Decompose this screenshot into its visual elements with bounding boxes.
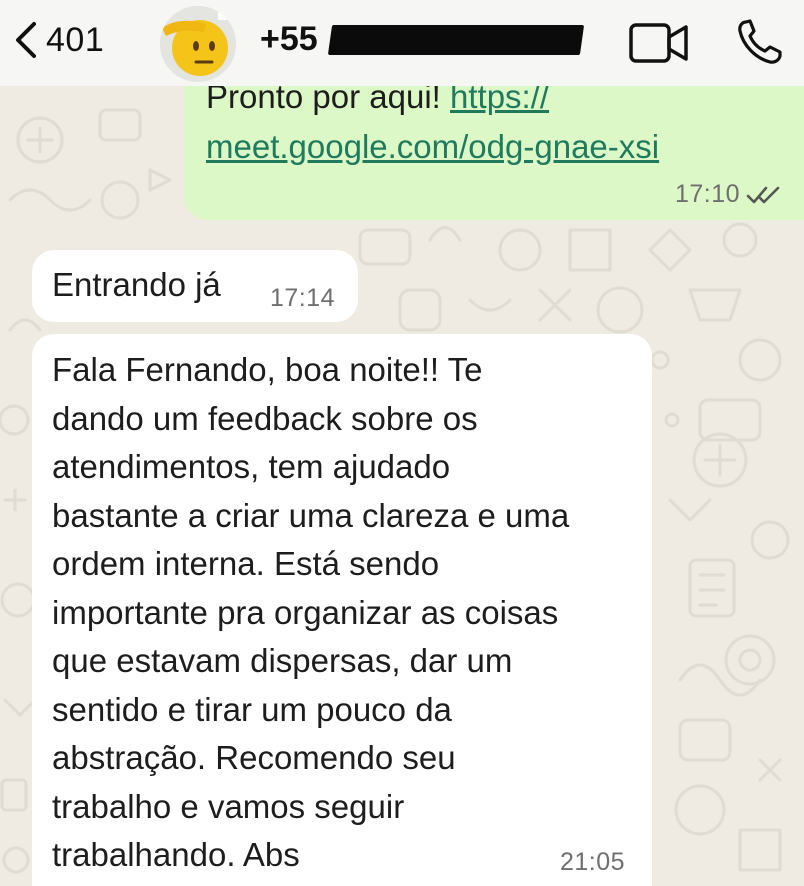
message-line: sentido e tirar um pouco da [52, 690, 452, 728]
message-line: abstração. Recomendo seu [52, 739, 456, 776]
message-line: Fala Fernando, boa noite!! Te [52, 351, 483, 388]
incoming-message[interactable]: Entrando já 17:14 [32, 250, 358, 322]
meet-link-part2[interactable]: meet.google.com/odg-gnae-xsi [206, 128, 659, 165]
contact-name[interactable]: +55 [260, 20, 584, 59]
contact-avatar[interactable] [160, 6, 236, 82]
message-time: 17:10 [674, 180, 740, 208]
message-line: atendimentos, tem ajudado [52, 448, 451, 485]
message-line: bastante a criar uma clareza e uma [52, 496, 570, 534]
message-line: ordem interna. Está sendo [52, 545, 440, 582]
chevron-left-icon [16, 22, 36, 58]
message-time: 17:14 [270, 284, 336, 312]
video-camera-icon [629, 23, 688, 63]
double-check-read-icon [746, 186, 780, 203]
message-time: 21:05 [560, 848, 626, 876]
saluting-face-emoji-icon [160, 6, 236, 82]
back-button[interactable]: 401 [10, 18, 104, 62]
message-meta: 17:10 [675, 180, 782, 209]
message-line: importante pra organizar as coisas [52, 593, 559, 631]
message-line: que estavam dispersas, dar um [52, 642, 513, 679]
message-line: trabalhando. Abs [52, 836, 300, 873]
message-text: Pronto por aqui! https:// meet.google.co… [206, 72, 766, 172]
voice-call-button[interactable] [736, 18, 784, 71]
unread-count: 401 [46, 20, 105, 59]
chat-header: 401 +55 [0, 0, 804, 86]
message-text: Fala Fernando, boa noite!! Te dando um f… [52, 346, 632, 880]
message-text: Entrando já [52, 266, 221, 303]
redacted-phone-number [327, 24, 584, 55]
message-line: dando um feedback sobre os [52, 399, 478, 437]
phone-icon [738, 19, 782, 64]
contact-phone-prefix: +55 [260, 20, 318, 58]
incoming-message[interactable]: Fala Fernando, boa noite!! Te dando um f… [32, 334, 652, 886]
message-line: trabalho e vamos seguir [52, 787, 405, 825]
video-call-button[interactable] [628, 22, 690, 69]
